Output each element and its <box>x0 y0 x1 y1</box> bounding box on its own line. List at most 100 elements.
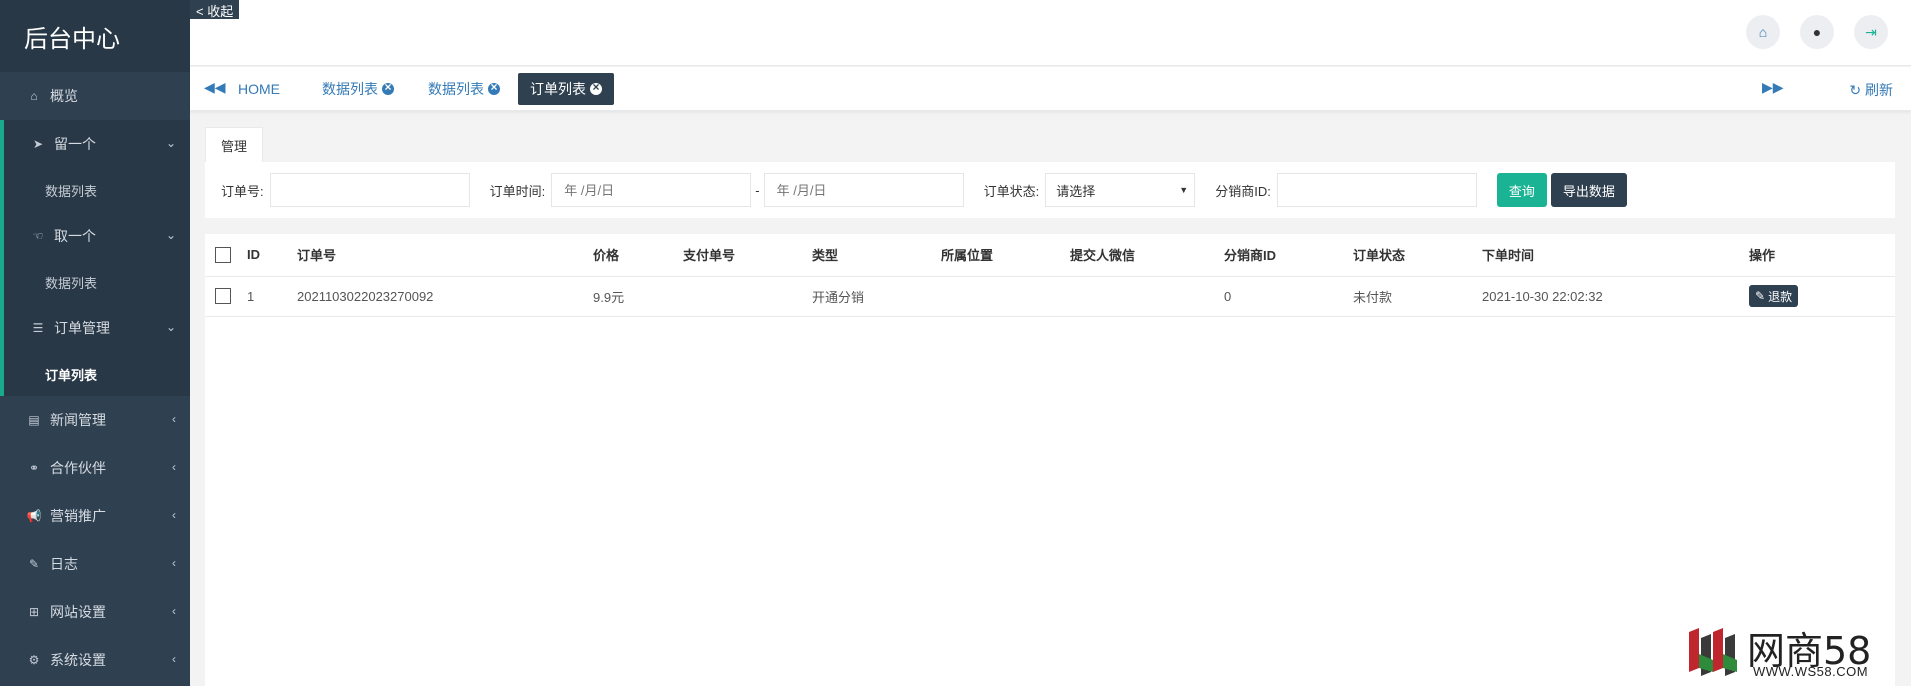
sign-out-icon: ⇥ <box>1865 23 1877 40</box>
sidebar-item-log[interactable]: ✎ 日志 ‹ <box>0 540 190 588</box>
header-location: 所属位置 <box>935 234 1064 277</box>
refresh-label: 刷新 <box>1865 82 1893 98</box>
tab-order-list[interactable]: 订单列表 <box>518 73 614 105</box>
cell-action: ✎ 退款 <box>1743 276 1895 317</box>
cell-price: 9.9元 <box>587 276 677 317</box>
search-form: 订单号: 订单时间: - 订单状态: 请选择 ▼ 分销商ID: 查询 导出数据 <box>205 162 1895 218</box>
header-pay-no: 支付单号 <box>677 234 806 277</box>
sidebar-item-partners[interactable]: ⚭ 合作伙伴 ‹ <box>0 444 190 492</box>
order-time-end-input[interactable] <box>763 173 964 207</box>
bullhorn-icon: 📢 <box>26 509 42 523</box>
tab-data-list-1[interactable]: 数据列表 <box>310 73 406 105</box>
tab-data-list-2[interactable]: 数据列表 <box>416 73 512 105</box>
ws58-logo-mark <box>1689 628 1737 676</box>
sidebar-subitem-data-list-2[interactable]: 数据列表 <box>4 260 190 304</box>
sidebar-subitem-order-list[interactable]: 订单列表 <box>4 352 190 396</box>
header-time: 下单时间 <box>1476 234 1743 277</box>
row-select[interactable] <box>205 276 241 317</box>
main-content: 管理 订单号: 订单时间: - 订单状态: 请选择 ▼ 分销商ID: 查询 导出… <box>190 111 1911 686</box>
chevron-left-icon: ‹ <box>172 604 176 618</box>
order-no-input[interactable] <box>269 173 470 207</box>
home-icon: ⌂ <box>1758 24 1768 40</box>
export-button[interactable]: 导出数据 <box>1550 173 1627 207</box>
tab-label: 数据列表 <box>428 81 484 97</box>
chevron-left-icon: ‹ <box>172 508 176 522</box>
header-id: ID <box>241 234 291 277</box>
select-all-checkbox[interactable] <box>215 247 231 264</box>
refund-button[interactable]: ✎ 退款 <box>1749 285 1799 307</box>
orders-table: ID 订单号 价格 支付单号 类型 所属位置 提交人微信 分销商ID 订单状态 … <box>205 234 1895 317</box>
sidebar: 后台中心 ⌂ 概览 ➤ 留一个 ⌄ 数据列表 ☜ 取一个 ⌄ 数据列表 ☰ 订单… <box>0 0 190 686</box>
tabs-scroll-left-icon[interactable]: ◀◀ <box>204 79 226 96</box>
header-type: 类型 <box>806 234 935 277</box>
close-icon[interactable] <box>590 80 602 95</box>
sidebar-item-leave-one[interactable]: ➤ 留一个 ⌄ <box>4 120 190 168</box>
query-button[interactable]: 查询 <box>1496 173 1547 207</box>
cell-distributor: 0 <box>1218 276 1347 317</box>
top-header: ⌂ ● ⇥ <box>190 0 1911 66</box>
sidebar-item-order-management[interactable]: ☰ 订单管理 ⌄ <box>4 304 190 352</box>
caret-down-icon: ▼ <box>1179 185 1189 195</box>
cell-id: 1 <box>241 276 291 317</box>
chevron-left-icon: ‹ <box>172 460 176 474</box>
sidebar-item-label: 营销推广 <box>50 508 106 524</box>
order-time-label: 订单时间: <box>489 183 546 199</box>
header-select-all[interactable] <box>205 234 241 277</box>
refresh-icon: ↻ <box>1849 82 1862 98</box>
cell-pay-no <box>677 276 806 317</box>
orders-table-panel: ID 订单号 价格 支付单号 类型 所属位置 提交人微信 分销商ID 订单状态 … <box>205 234 1895 686</box>
order-no-label: 订单号: <box>221 183 264 199</box>
tabs-scroll-right-icon[interactable]: ▶▶ <box>1762 79 1784 96</box>
sidebar-item-news[interactable]: ▤ 新闻管理 ‹ <box>0 396 190 444</box>
home-icon: ⌂ <box>30 89 38 103</box>
chevron-down-icon: ⌄ <box>165 228 176 242</box>
cell-time: 2021-10-30 22:02:32 <box>1476 276 1743 317</box>
sidebar-item-marketing[interactable]: 📢 营销推广 ‹ <box>0 492 190 540</box>
chevron-left-icon: ‹ <box>172 652 176 666</box>
sitemap-icon: ⊞ <box>28 605 40 619</box>
handshake-icon: ⚭ <box>28 461 40 475</box>
tab-label: 数据列表 <box>322 81 378 97</box>
header-action: 操作 <box>1743 234 1895 277</box>
distributor-id-label: 分销商ID: <box>1215 183 1271 199</box>
distributor-id-input[interactable] <box>1276 173 1477 207</box>
cell-order-no: 2021103022023270092 <box>291 276 587 317</box>
tab-manage[interactable]: 管理 <box>205 127 263 163</box>
sidebar-item-take-one[interactable]: ☜ 取一个 ⌄ <box>4 212 190 260</box>
sidebar-subitem-data-list-1[interactable]: 数据列表 <box>4 168 190 212</box>
close-icon[interactable] <box>488 80 500 95</box>
cell-status: 未付款 <box>1347 276 1476 317</box>
chevron-left-icon: ‹ <box>172 556 176 570</box>
user-button[interactable]: ● <box>1800 15 1834 49</box>
tab-home[interactable]: HOME <box>226 73 292 105</box>
sidebar-item-label: 日志 <box>50 556 78 572</box>
sidebar-item-system-settings[interactable]: ⚙ 系统设置 ‹ <box>0 636 190 684</box>
hand-icon: ☜ <box>32 229 44 243</box>
header-status: 订单状态 <box>1347 234 1476 277</box>
order-time-start-input[interactable] <box>551 173 752 207</box>
order-status-select[interactable]: 请选择 ▼ <box>1045 173 1196 207</box>
sidebar-item-label: 订单管理 <box>54 320 110 336</box>
sidebar-item-site-settings[interactable]: ⊞ 网站设置 ‹ <box>0 588 190 636</box>
home-button[interactable]: ⌂ <box>1746 15 1780 49</box>
tab-label: HOME <box>238 81 280 97</box>
row-checkbox[interactable] <box>215 288 231 305</box>
edit-icon: ✎ <box>1755 289 1766 303</box>
sidebar-item-label: 系统设置 <box>50 652 106 668</box>
list-icon: ☰ <box>32 321 44 335</box>
order-status-selected: 请选择 <box>1056 183 1096 199</box>
sidebar-item-overview[interactable]: ⌂ 概览 <box>0 72 190 120</box>
gear-icon: ⚙ <box>28 653 40 667</box>
logo-url: WWW.WS58.COM <box>1753 664 1869 679</box>
sidebar-item-label: 网站设置 <box>50 604 106 620</box>
collapse-sidebar-button[interactable]: < 收起 <box>190 0 240 19</box>
edit-icon: ✎ <box>28 557 40 571</box>
sidebar-item-label: 概览 <box>50 88 78 104</box>
chevron-down-icon: ⌄ <box>165 320 176 334</box>
logout-button[interactable]: ⇥ <box>1854 15 1888 49</box>
close-icon[interactable] <box>382 80 394 95</box>
header-order-no: 订单号 <box>291 234 587 277</box>
order-status-label: 订单状态: <box>983 183 1040 199</box>
newspaper-icon: ▤ <box>28 413 40 427</box>
refresh-button[interactable]: ↻ 刷新 <box>1849 80 1893 100</box>
